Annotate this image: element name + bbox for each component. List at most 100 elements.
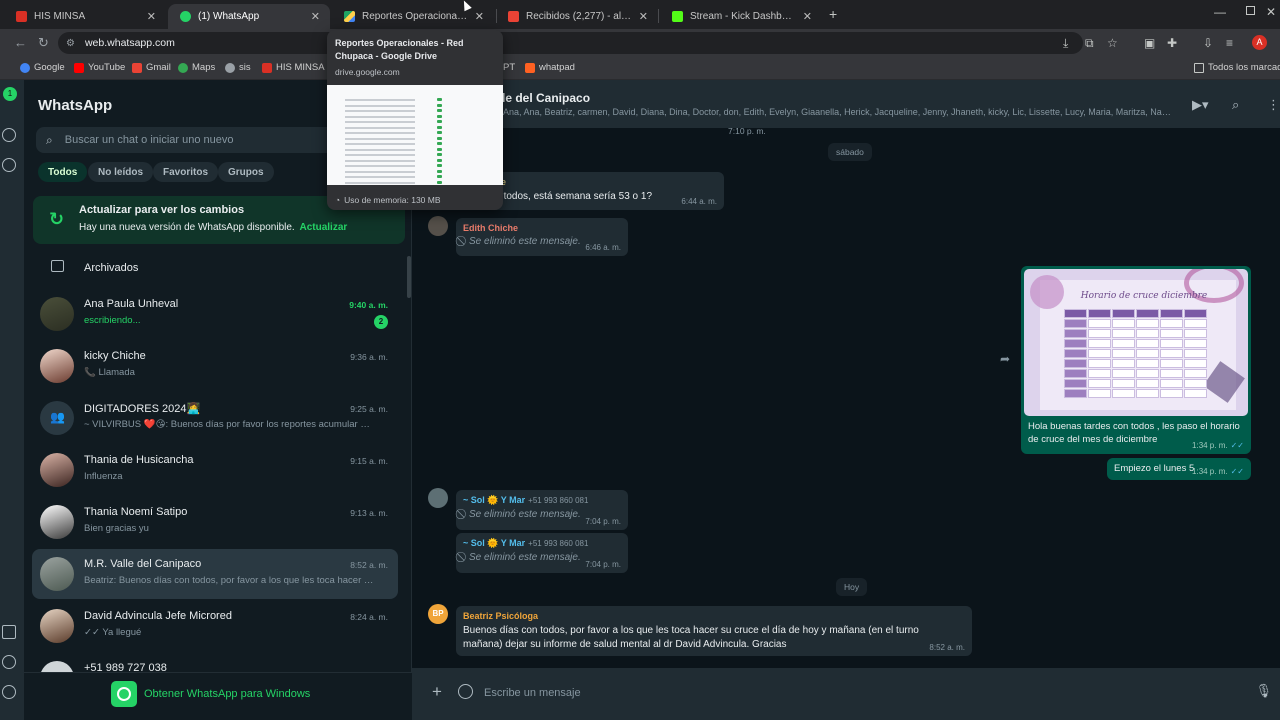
message-bubble[interactable]: ~ Sol 🌞 Y Mar+51 993 860 081 Se eliminó …: [456, 533, 628, 573]
schedule-cell: [1136, 359, 1159, 368]
schedule-cell: [1160, 389, 1183, 398]
preview-row: [345, 176, 415, 178]
preview-row: [345, 121, 415, 123]
menu-icon[interactable]: ⋮: [1267, 97, 1280, 113]
maximize-icon[interactable]: [1246, 6, 1255, 15]
filter-todos[interactable]: Todos: [38, 162, 88, 182]
youtube-icon: [74, 62, 84, 73]
settings-icon[interactable]: [2, 655, 16, 669]
read-receipt-icon: ✓✓: [1230, 467, 1244, 476]
browser-tab-bar: HIS MINSA ✕ (1) WhatsApp ✕ Reportes Oper…: [0, 0, 1280, 29]
preview-status: [437, 158, 442, 162]
schedule-cell: [1064, 379, 1087, 388]
filter-no-leidos[interactable]: No leídos: [88, 162, 154, 182]
tab-kick[interactable]: Stream - Kick Dashboard ✕: [660, 4, 822, 29]
unread-badge: 2: [374, 315, 388, 329]
minimize-icon[interactable]: —: [1214, 5, 1226, 19]
reload-icon[interactable]: ↻: [38, 35, 49, 51]
schedule-cell: [1064, 389, 1087, 398]
bookmark-maps[interactable]: Maps: [178, 62, 215, 73]
channels-icon[interactable]: [2, 158, 16, 172]
message-bubble[interactable]: Edith Chiche Se eliminó este mensaje. 6:…: [456, 218, 628, 256]
profile-avatar[interactable]: A: [1252, 35, 1267, 50]
bookmark-pt[interactable]: PT: [503, 62, 515, 73]
chat-item-thania-satipo[interactable]: Thania Noemí Satipo Bien gracias yu 9:13…: [32, 497, 398, 547]
sidebar-scrollbar[interactable]: [407, 256, 411, 298]
schedule-cell: [1136, 349, 1159, 358]
sender-avatar[interactable]: [428, 216, 448, 236]
chat-item-valle-canipaco[interactable]: M.R. Valle del Canipaco Beatriz: Buenos …: [32, 549, 398, 599]
bookmark-whatpad[interactable]: whatpad: [525, 62, 575, 73]
chat-item-phone[interactable]: +51 989 727 038: [32, 653, 398, 672]
message-input[interactable]: Escribe un mensaje: [484, 687, 581, 699]
chat-item-kicky[interactable]: kicky Chiche 📞 Llamada 9:36 a. m.: [32, 341, 398, 391]
message-bubble[interactable]: ~ Sol 🌞 Y Mar+51 993 860 081 Se eliminó …: [456, 490, 628, 530]
search-icon: ⌕: [46, 132, 53, 147]
filter-grupos[interactable]: Grupos: [218, 162, 274, 182]
bookmark-star-icon[interactable]: ☆: [1107, 36, 1118, 50]
update-link[interactable]: Actualizar: [299, 222, 347, 233]
microphone-icon[interactable]: 🎙: [1255, 683, 1272, 699]
close-tab-icon[interactable]: ✕: [311, 10, 320, 23]
schedule-cell: [1184, 339, 1207, 348]
bookmark-google[interactable]: Google: [20, 62, 65, 73]
chat-item-digitadores[interactable]: 👥 DIGITADORES 2024👩‍💻 ~ VILVIRBUS ❤️😘: B…: [32, 393, 398, 443]
status-icon[interactable]: [2, 128, 16, 142]
conversation-pane: le del Canipaco Ana, Ana, Beatriz, carme…: [412, 80, 1280, 720]
tab-gmail[interactable]: Recibidos (2,277) - alex.majre@ ✕: [496, 4, 658, 29]
schedule-cell: [1184, 329, 1207, 338]
preview-status: [437, 98, 442, 101]
close-tab-icon[interactable]: ✕: [639, 10, 648, 23]
bookmark-sis[interactable]: sis: [225, 62, 251, 73]
chat-item-thania-husicancha[interactable]: Thania de Husicancha Influenza 9:15 a. m…: [32, 445, 398, 495]
download-icon[interactable]: ⤓: [1063, 36, 1068, 51]
chat-item-david-advincula[interactable]: David Advincula Jefe Microred ✓✓ Ya lleg…: [32, 601, 398, 651]
schedule-cell: [1088, 319, 1111, 328]
message-bubble[interactable]: Beatriz Psicóloga Buenos días con todos,…: [456, 606, 972, 656]
media-icon[interactable]: [2, 625, 16, 639]
schedule-cell: [1112, 369, 1135, 378]
chat-item-ana-paula[interactable]: Ana Paula Unheval escribiendo... 9:40 a.…: [32, 289, 398, 339]
tab-whatsapp[interactable]: (1) WhatsApp ✕: [168, 4, 330, 29]
bookmark-gmail[interactable]: Gmail: [132, 62, 171, 73]
sender-avatar[interactable]: [428, 488, 448, 508]
address-bar[interactable]: ⚙ web.whatsapp.com: [58, 32, 1083, 54]
close-window-icon[interactable]: ✕: [1266, 5, 1276, 19]
site-info-icon[interactable]: ⚙: [66, 38, 75, 49]
puzzle-icon[interactable]: ✚: [1167, 36, 1177, 50]
get-windows-app-banner[interactable]: Obtener WhatsApp para Windows: [24, 672, 412, 720]
message-bubble[interactable]: Empiezo el lunes 5 1:34 p. m. ✓✓: [1107, 458, 1251, 480]
forward-icon[interactable]: ➦: [1000, 352, 1010, 366]
bookmark-his-minsa[interactable]: HIS MINSA: [262, 62, 325, 73]
tab-his-minsa[interactable]: HIS MINSA ✕: [4, 4, 166, 29]
close-tab-icon[interactable]: ✕: [803, 10, 812, 23]
conversation-header[interactable]: le del Canipaco Ana, Ana, Beatriz, carme…: [412, 80, 1280, 128]
bookmarks-folder[interactable]: Todos los marcadores: [1194, 62, 1280, 73]
back-icon[interactable]: ←: [14, 35, 27, 50]
chats-icon[interactable]: 1: [3, 87, 17, 101]
archived-row[interactable]: Archivados: [24, 256, 412, 280]
attach-plus-icon[interactable]: +: [432, 682, 442, 702]
profile-icon[interactable]: [2, 685, 16, 699]
emoji-icon[interactable]: [458, 684, 473, 699]
extension-icon[interactable]: ▣: [1144, 36, 1155, 50]
video-call-icon[interactable]: ▶▾: [1192, 97, 1209, 113]
schedule-cell: [1088, 359, 1111, 368]
search-icon[interactable]: ⌕: [1232, 97, 1239, 113]
schedule-image[interactable]: Horario de cruce diciembre: [1024, 269, 1248, 416]
group-members: Ana, Ana, Beatriz, carmen, David, Diana,…: [503, 107, 1173, 117]
tune-icon[interactable]: ≡: [1226, 36, 1233, 50]
close-tab-icon[interactable]: ✕: [147, 10, 156, 23]
sender-avatar[interactable]: BP: [428, 604, 448, 624]
preview-row: [345, 132, 415, 134]
close-tab-icon[interactable]: ✕: [475, 10, 484, 23]
preview-row: [345, 143, 415, 145]
install-icon[interactable]: ⧉: [1085, 36, 1094, 51]
downloads-icon[interactable]: ⇩: [1203, 36, 1213, 50]
image-message-bubble[interactable]: Horario de cruce diciembre Hola buenas t…: [1021, 266, 1251, 454]
filter-favoritos[interactable]: Favoritos: [153, 162, 219, 182]
google-icon: [20, 62, 30, 73]
bookmark-youtube[interactable]: YouTube: [74, 62, 125, 73]
new-tab-icon[interactable]: +: [829, 6, 837, 22]
whatsapp-logo-icon: [111, 681, 137, 707]
